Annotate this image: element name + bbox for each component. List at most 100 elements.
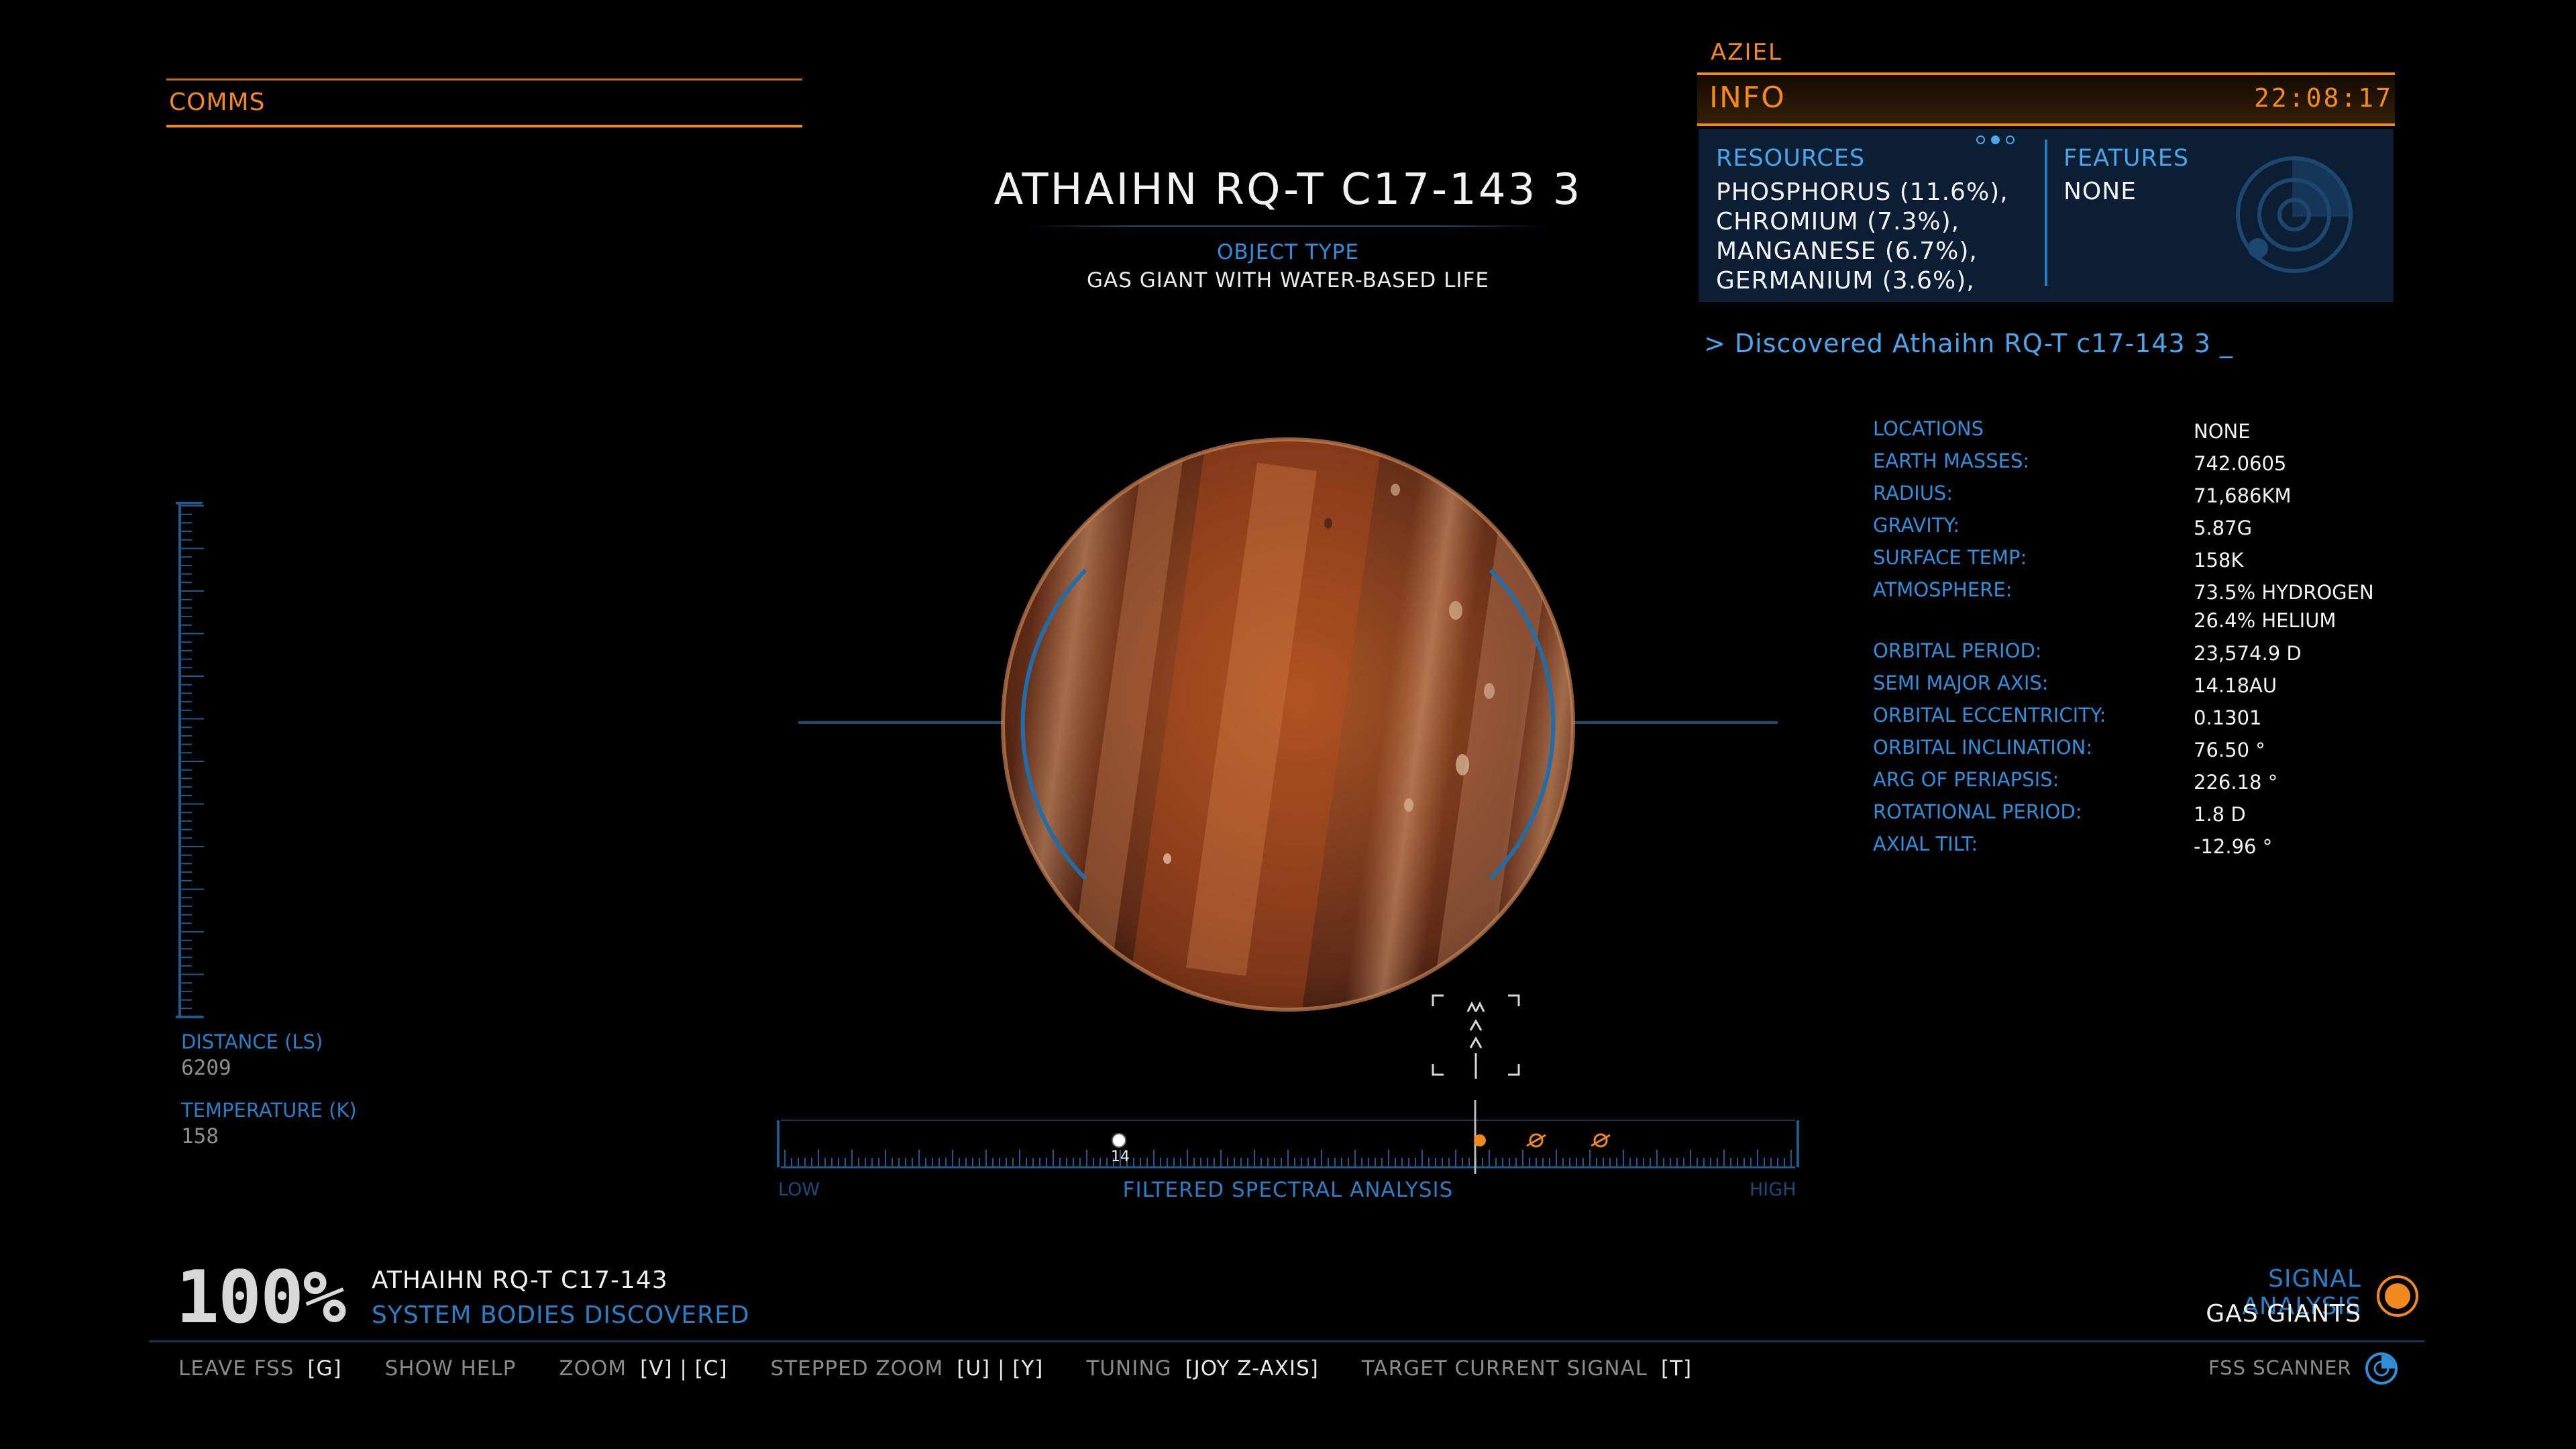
stat-row-earth-masses: EARTH MASSES: 742.0605: [1873, 449, 2374, 482]
page-dot-active[interactable]: [1991, 136, 2000, 144]
control-key: [JOY Z-AXIS]: [1185, 1356, 1319, 1381]
radar-icon: [2236, 156, 2353, 273]
fss-scanner-label: FSS SCANNER: [2208, 1356, 2352, 1379]
stat-value: NONE: [2194, 420, 2251, 443]
stat-label: ORBITAL INCLINATION:: [1873, 736, 2093, 759]
stat-value: 76.50 °: [2194, 739, 2265, 761]
stat-label: ARG OF PERIAPSIS:: [1873, 768, 2059, 791]
stat-row-axial-tilt: AXIAL TILT: -12.96 °: [1873, 833, 2374, 865]
resource-item: CHROMIUM (7.3%),: [1716, 208, 1960, 235]
stat-value: 226.18 °: [2194, 771, 2278, 794]
temperature-label: TEMPERATURE (K): [181, 1099, 357, 1122]
stat-value: 23,574.9 D: [2194, 642, 2302, 665]
signal-analysis-value: GAS GIANTS: [2206, 1300, 2361, 1328]
planet-view[interactable]: [792, 429, 1784, 1033]
info-divider: [2045, 140, 2047, 286]
object-type-label: OBJECT TYPE: [1217, 240, 1359, 264]
stat-value: 158K: [2194, 549, 2244, 572]
resource-item: GERMANIUM (3.6%),: [1716, 267, 1975, 294]
object-type-value: GAS GIANT WITH WATER-BASED LIFE: [1087, 268, 1489, 292]
resources-list: PHOSPHORUS (11.6%), CHROMIUM (7.3%), MAN…: [1716, 178, 2008, 296]
page-indicator[interactable]: [1976, 134, 2021, 147]
control-label: LEAVE FSS: [178, 1356, 294, 1381]
signal-target-reticle[interactable]: [1429, 991, 1523, 1079]
signal-marker-star[interactable]: [1112, 1133, 1126, 1148]
stat-value: 0.1301: [2194, 706, 2262, 729]
stat-row-arg-of-periapsis: ARG OF PERIAPSIS: 226.18 °: [1873, 768, 2374, 800]
signal-marker-gas-giant[interactable]: [1474, 1134, 1486, 1146]
control-key: [V] | [C]: [640, 1356, 728, 1381]
controls-divider: [149, 1340, 2424, 1342]
spectrum-low-label: LOW: [778, 1179, 820, 1200]
control-label: ZOOM: [559, 1356, 627, 1381]
title-divider: [1026, 225, 1550, 227]
discovery-percent: 100%: [176, 1256, 346, 1340]
stat-label: SEMI MAJOR AXIS:: [1873, 672, 2049, 694]
stat-value: 71,686KM: [2194, 484, 2292, 507]
comms-panel[interactable]: COMMS: [166, 78, 802, 127]
stat-label: ORBITAL PERIOD:: [1873, 639, 2042, 662]
gas-giant-planet: [1001, 437, 1575, 1012]
control-label: TUNING: [1086, 1356, 1172, 1381]
stat-value: 14.18AU: [2194, 674, 2277, 697]
stat-value-secondary: 26.4% HELIUM: [2194, 609, 2337, 632]
resources-label: RESOURCES: [1716, 145, 1866, 172]
resource-item: PHOSPHORUS (11.6%),: [1716, 178, 2008, 206]
body-title: ATHAIHN RQ-T C17-143 3: [994, 165, 1582, 215]
stat-label: SURFACE TEMP:: [1873, 546, 2027, 569]
control-show-help[interactable]: SHOW HELP: [385, 1356, 517, 1381]
stat-value: -12.96 °: [2194, 835, 2273, 858]
control-label: STEPPED ZOOM: [770, 1356, 944, 1381]
stat-label: ATMOSPHERE:: [1873, 578, 2012, 601]
stat-row-orbital-inclination: ORBITAL INCLINATION: 76.50 °: [1873, 736, 2374, 768]
stat-row-orbital-eccentricity: ORBITAL ECCENTRICITY: 0.1301: [1873, 704, 2374, 736]
controls-hint-bar: LEAVE FSS [G] SHOW HELP ZOOM [V] | [C] STE…: [178, 1356, 1735, 1381]
stat-label: GRAVITY:: [1873, 514, 1960, 537]
stat-row-surface-temp: SURFACE TEMP: 158K: [1873, 546, 2374, 578]
stat-label: ORBITAL ECCENTRICITY:: [1873, 704, 2106, 727]
control-key: [T]: [1661, 1356, 1693, 1381]
control-stepped-zoom[interactable]: STEPPED ZOOM [U] | [Y]: [771, 1356, 1044, 1381]
control-label: SHOW HELP: [384, 1356, 517, 1381]
stat-row-atmosphere: ATMOSPHERE: 73.5% HYDROGEN 26.4% HELIUM: [1873, 578, 2374, 639]
system-bodies-discovered-label: SYSTEM BODIES DISCOVERED: [372, 1301, 750, 1329]
stat-label: LOCATIONS: [1873, 417, 1984, 440]
spectrum-high-label: HIGH: [1750, 1179, 1796, 1200]
commander-name: AZIEL: [1711, 39, 1783, 66]
stat-value: 73.5% HYDROGEN: [2194, 581, 2374, 604]
control-key: [U] | [Y]: [957, 1356, 1044, 1381]
comms-label: COMMS: [169, 89, 266, 116]
control-label: TARGET CURRENT SIGNAL: [1361, 1356, 1648, 1381]
stat-label: AXIAL TILT:: [1873, 833, 1978, 855]
signal-count: 14: [1111, 1148, 1130, 1165]
stat-value: 742.0605: [2194, 452, 2287, 475]
stat-row-locations: LOCATIONS NONE: [1873, 417, 2374, 449]
fss-scanner-icon[interactable]: [2364, 1351, 2399, 1386]
discovery-message: > Discovered Athaihn RQ-T c17-143 3 _: [1704, 329, 2234, 358]
stat-label: EARTH MASSES:: [1873, 449, 2030, 472]
page-dot[interactable]: [2006, 136, 2015, 144]
page-dot[interactable]: [1976, 136, 1985, 144]
signal-marker-ringed-planet[interactable]: [1526, 1133, 1546, 1148]
stat-label: RADIUS:: [1873, 482, 1953, 504]
gas-giant-signal-icon[interactable]: [2375, 1273, 2420, 1319]
distance-label: DISTANCE (LS): [181, 1030, 323, 1053]
control-key: [G]: [307, 1356, 342, 1381]
stat-row-semi-major-axis: SEMI MAJOR AXIS: 14.18AU: [1873, 672, 2374, 704]
control-leave-fss[interactable]: LEAVE FSS [G]: [178, 1356, 342, 1381]
signal-marker-ringed-planet[interactable]: [1591, 1133, 1611, 1148]
distance-value: 6209: [181, 1056, 231, 1080]
stat-row-radius: RADIUS: 71,686KM: [1873, 482, 2374, 514]
zoom-gauge[interactable]: [176, 502, 209, 1018]
info-title: INFO: [1709, 80, 1786, 115]
control-zoom[interactable]: ZOOM [V] | [C]: [559, 1356, 727, 1381]
features-value: NONE: [2063, 178, 2137, 205]
system-name: ATHAIHN RQ-T C17-143: [372, 1267, 668, 1294]
stat-row-gravity: GRAVITY: 5.87G: [1873, 514, 2374, 546]
resource-item: MANGANESE (6.7%),: [1716, 237, 1978, 265]
clock: 22:08:17: [2254, 83, 2394, 113]
control-target-current-signal[interactable]: TARGET CURRENT SIGNAL [T]: [1362, 1356, 1692, 1381]
features-label: FEATURES: [2063, 145, 2190, 172]
control-tuning[interactable]: TUNING [JOY Z-AXIS]: [1086, 1356, 1318, 1381]
spectral-analysis-title: FILTERED SPECTRAL ANALYSIS: [1122, 1178, 1454, 1202]
